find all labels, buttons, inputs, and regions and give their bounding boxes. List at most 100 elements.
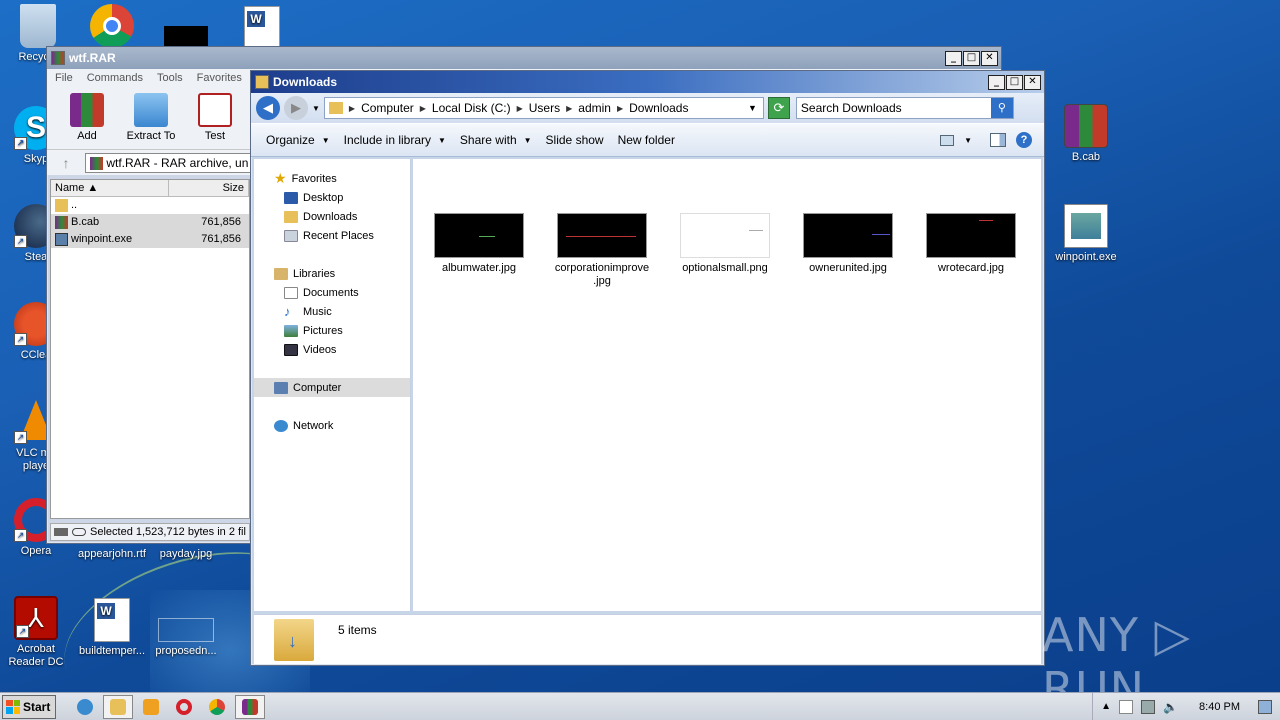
- start-button[interactable]: Start: [2, 694, 56, 719]
- nav-videos[interactable]: Videos: [254, 340, 410, 359]
- taskbar-explorer[interactable]: [103, 694, 133, 719]
- nav-documents[interactable]: Documents: [254, 283, 410, 302]
- archive-file-list[interactable]: Name ▲ Size .. B.cab 761,856 winpoint.ex…: [50, 179, 250, 519]
- file-item[interactable]: albumwater.jpg: [423, 213, 535, 275]
- chevron-down-icon[interactable]: ▼: [964, 136, 972, 145]
- table-row[interactable]: B.cab 761,856: [51, 214, 249, 231]
- new-folder-button[interactable]: New folder: [611, 133, 682, 147]
- slide-show-button[interactable]: Slide show: [539, 133, 611, 147]
- tray-expand-icon[interactable]: ▲: [1101, 701, 1111, 712]
- test-button[interactable]: Test: [189, 93, 241, 149]
- status-text: Selected 1,523,712 bytes in 2 fil: [90, 526, 246, 538]
- nav-favorites[interactable]: ★ Favorites: [254, 169, 410, 188]
- minimize-button[interactable]: _: [988, 74, 1005, 90]
- winrar-archive-icon: [90, 156, 103, 170]
- preview-pane-icon[interactable]: [990, 133, 1006, 147]
- winrar-titlebar[interactable]: wtf.RAR _ □ ✕: [47, 47, 1001, 69]
- breadcrumb-admin[interactable]: admin: [578, 101, 611, 115]
- desktop-icon-acrobat[interactable]: ⅄ ↗ Acrobat Reader DC: [0, 596, 74, 669]
- breadcrumb[interactable]: ▶ Computer ▶ Local Disk (C:) ▶ Users ▶ a…: [323, 97, 764, 119]
- breadcrumb-users[interactable]: Users: [529, 101, 560, 115]
- taskbar: Start ▲ 🔈 8:40 PM: [0, 692, 1280, 720]
- black-file-icon: [164, 26, 208, 46]
- menu-tools[interactable]: Tools: [157, 72, 183, 84]
- table-row[interactable]: winpoint.exe 761,856: [51, 231, 249, 248]
- desktop-icon-payday[interactable]: payday.jpg: [148, 548, 224, 561]
- search-icon[interactable]: ⚲: [990, 98, 1013, 118]
- forward-button[interactable]: ▶: [284, 96, 308, 120]
- file-item[interactable]: optionalsmall.png: [669, 213, 781, 275]
- menu-file[interactable]: File: [55, 72, 73, 84]
- taskbar-media-player[interactable]: [136, 695, 166, 719]
- desktop-icon-appearjohn[interactable]: appearjohn.rtf: [74, 548, 150, 561]
- close-button[interactable]: ✕: [1024, 74, 1041, 90]
- organize-button[interactable]: Organize ▼: [259, 133, 337, 147]
- table-row[interactable]: ..: [51, 197, 249, 214]
- desktop-icon-chrome[interactable]: [74, 4, 150, 51]
- chrome-icon: [90, 4, 134, 48]
- network-icon[interactable]: [1141, 699, 1156, 714]
- nav-computer[interactable]: Computer: [254, 378, 410, 397]
- taskbar-chrome[interactable]: [202, 695, 232, 719]
- breadcrumb-computer[interactable]: Computer: [361, 101, 414, 115]
- breadcrumb-downloads[interactable]: Downloads: [629, 101, 688, 115]
- maximize-button[interactable]: □: [1006, 74, 1023, 90]
- taskbar-opera[interactable]: [169, 695, 199, 719]
- explorer-titlebar[interactable]: Downloads _ □ ✕: [251, 71, 1044, 93]
- include-in-library-button[interactable]: Include in library ▼: [337, 133, 453, 147]
- opera-icon: [176, 698, 192, 715]
- nav-libraries[interactable]: Libraries: [254, 264, 410, 283]
- extract-to-button[interactable]: Extract To: [125, 93, 177, 149]
- nav-recent-places[interactable]: Recent Places: [254, 226, 410, 245]
- shortcut-arrow-icon: ↗: [14, 431, 27, 444]
- breadcrumb-separator: ▶: [419, 103, 426, 113]
- taskbar-ie[interactable]: [70, 695, 100, 719]
- back-button[interactable]: ◀: [256, 96, 280, 120]
- desktop-icon-proposedn[interactable]: proposedn...: [148, 598, 224, 658]
- close-button[interactable]: ✕: [981, 50, 998, 66]
- system-tray: ▲ 🔈 8:40 PM: [1092, 693, 1280, 720]
- file-item[interactable]: corporationimprove .jpg: [546, 213, 658, 288]
- volume-icon[interactable]: 🔈: [1163, 700, 1178, 714]
- desktop-icon-b-cab[interactable]: B.cab: [1048, 104, 1124, 164]
- nav-desktop[interactable]: Desktop: [254, 188, 410, 207]
- winrar-archive-icon: [1064, 104, 1108, 148]
- nav-music[interactable]: ♪ Music: [254, 302, 410, 321]
- help-icon[interactable]: ?: [1016, 132, 1032, 148]
- share-with-button[interactable]: Share with ▼: [453, 133, 539, 147]
- taskbar-winrar[interactable]: [235, 694, 265, 719]
- start-label: Start: [23, 699, 51, 714]
- nav-downloads[interactable]: Downloads: [254, 207, 410, 226]
- action-center-flag-icon[interactable]: [1119, 699, 1134, 714]
- chevron-down-icon[interactable]: ▼: [748, 103, 757, 113]
- nav-network[interactable]: Network: [254, 416, 410, 435]
- add-button[interactable]: Add: [61, 93, 113, 149]
- nav-pictures[interactable]: Pictures: [254, 321, 410, 340]
- column-size-header[interactable]: Size: [169, 180, 249, 196]
- up-arrow-icon[interactable]: ↑: [53, 155, 79, 171]
- explorer-window[interactable]: Downloads _ □ ✕ ◀ ▶ ▼ ▶ Computer ▶ Local…: [250, 70, 1045, 666]
- breadcrumb-local-disk[interactable]: Local Disk (C:): [432, 101, 511, 115]
- menu-favorites[interactable]: Favorites: [197, 72, 242, 84]
- recent-pages-chevron-icon[interactable]: ▼: [312, 104, 320, 113]
- file-item[interactable]: wrotecard.jpg: [915, 213, 1027, 275]
- refresh-button[interactable]: ⟳: [767, 97, 790, 119]
- column-name-header[interactable]: Name ▲: [51, 180, 169, 196]
- row-name: winpoint.exe: [71, 233, 133, 245]
- image-thumbnail: [434, 213, 524, 258]
- file-view[interactable]: albumwater.jpg corporationimprove .jpg o…: [413, 159, 1041, 611]
- command-bar: Organize ▼ Include in library ▼ Share with…: [251, 123, 1044, 157]
- search-input[interactable]: Search Downloads ⚲: [795, 97, 1014, 119]
- executable-icon: [1064, 204, 1108, 248]
- file-item[interactable]: ownerunited.jpg: [792, 213, 904, 275]
- menu-commands[interactable]: Commands: [87, 72, 143, 84]
- clock[interactable]: 8:40 PM: [1199, 701, 1240, 713]
- file-list-header: Name ▲ Size: [51, 180, 249, 197]
- desktop-icon-winpoint[interactable]: winpoint.exe: [1048, 204, 1124, 264]
- winrar-app-icon: [51, 51, 65, 65]
- maximize-button[interactable]: □: [963, 50, 980, 66]
- view-options-icon[interactable]: [940, 134, 955, 146]
- minimize-button[interactable]: _: [945, 50, 962, 66]
- show-desktop-button[interactable]: [1258, 699, 1272, 714]
- desktop-icon-buildtemper[interactable]: W buildtemper...: [74, 598, 150, 658]
